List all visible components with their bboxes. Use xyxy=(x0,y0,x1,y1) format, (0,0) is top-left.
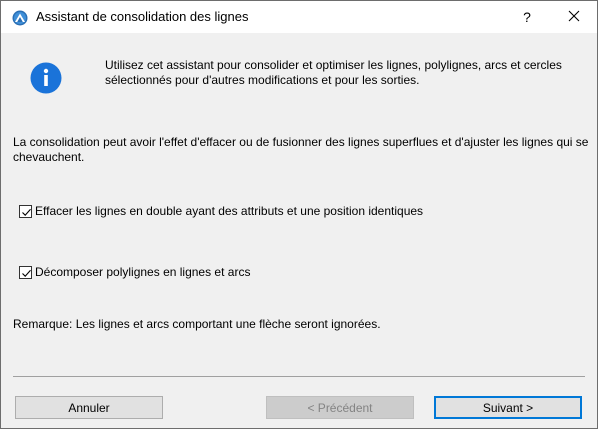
title-bar[interactable]: Assistant de consolidation des lignes ? xyxy=(1,1,597,33)
close-icon xyxy=(568,10,580,25)
note-text: Remarque: Les lignes et arcs comportant … xyxy=(13,317,381,331)
dialog-content: Utilisez cet assistant pour consolider e… xyxy=(1,33,597,428)
previous-button[interactable]: < Précédent xyxy=(266,396,414,419)
explode-polylines-option[interactable]: Décomposer polylignes en lignes et arcs xyxy=(19,265,250,279)
explode-polylines-label: Décomposer polylignes en lignes et arcs xyxy=(35,265,251,279)
info-icon xyxy=(30,62,62,94)
delete-duplicates-checkbox[interactable] xyxy=(19,204,32,218)
intro-text: Utilisez cet assistant pour consolider e… xyxy=(105,58,562,87)
separator xyxy=(13,376,585,377)
help-icon: ? xyxy=(523,9,531,25)
checkmark-icon xyxy=(22,208,31,216)
window-title: Assistant de consolidation des lignes xyxy=(36,9,249,24)
delete-duplicates-label: Effacer les lignes en double ayant des a… xyxy=(35,204,424,218)
app-icon xyxy=(12,10,28,26)
close-button[interactable] xyxy=(552,1,596,33)
next-button[interactable]: Suivant > xyxy=(434,396,582,419)
help-button[interactable]: ? xyxy=(505,1,549,33)
description-text: La consolidation peut avoir l'effet d'ef… xyxy=(13,135,589,164)
dialog-window: Assistant de consolidation des lignes ? … xyxy=(0,0,598,429)
cancel-button[interactable]: Annuler xyxy=(15,396,163,419)
checkmark-icon xyxy=(22,269,31,277)
explode-polylines-checkbox[interactable] xyxy=(19,265,32,279)
delete-duplicates-option[interactable]: Effacer les lignes en double ayant des a… xyxy=(19,204,423,218)
